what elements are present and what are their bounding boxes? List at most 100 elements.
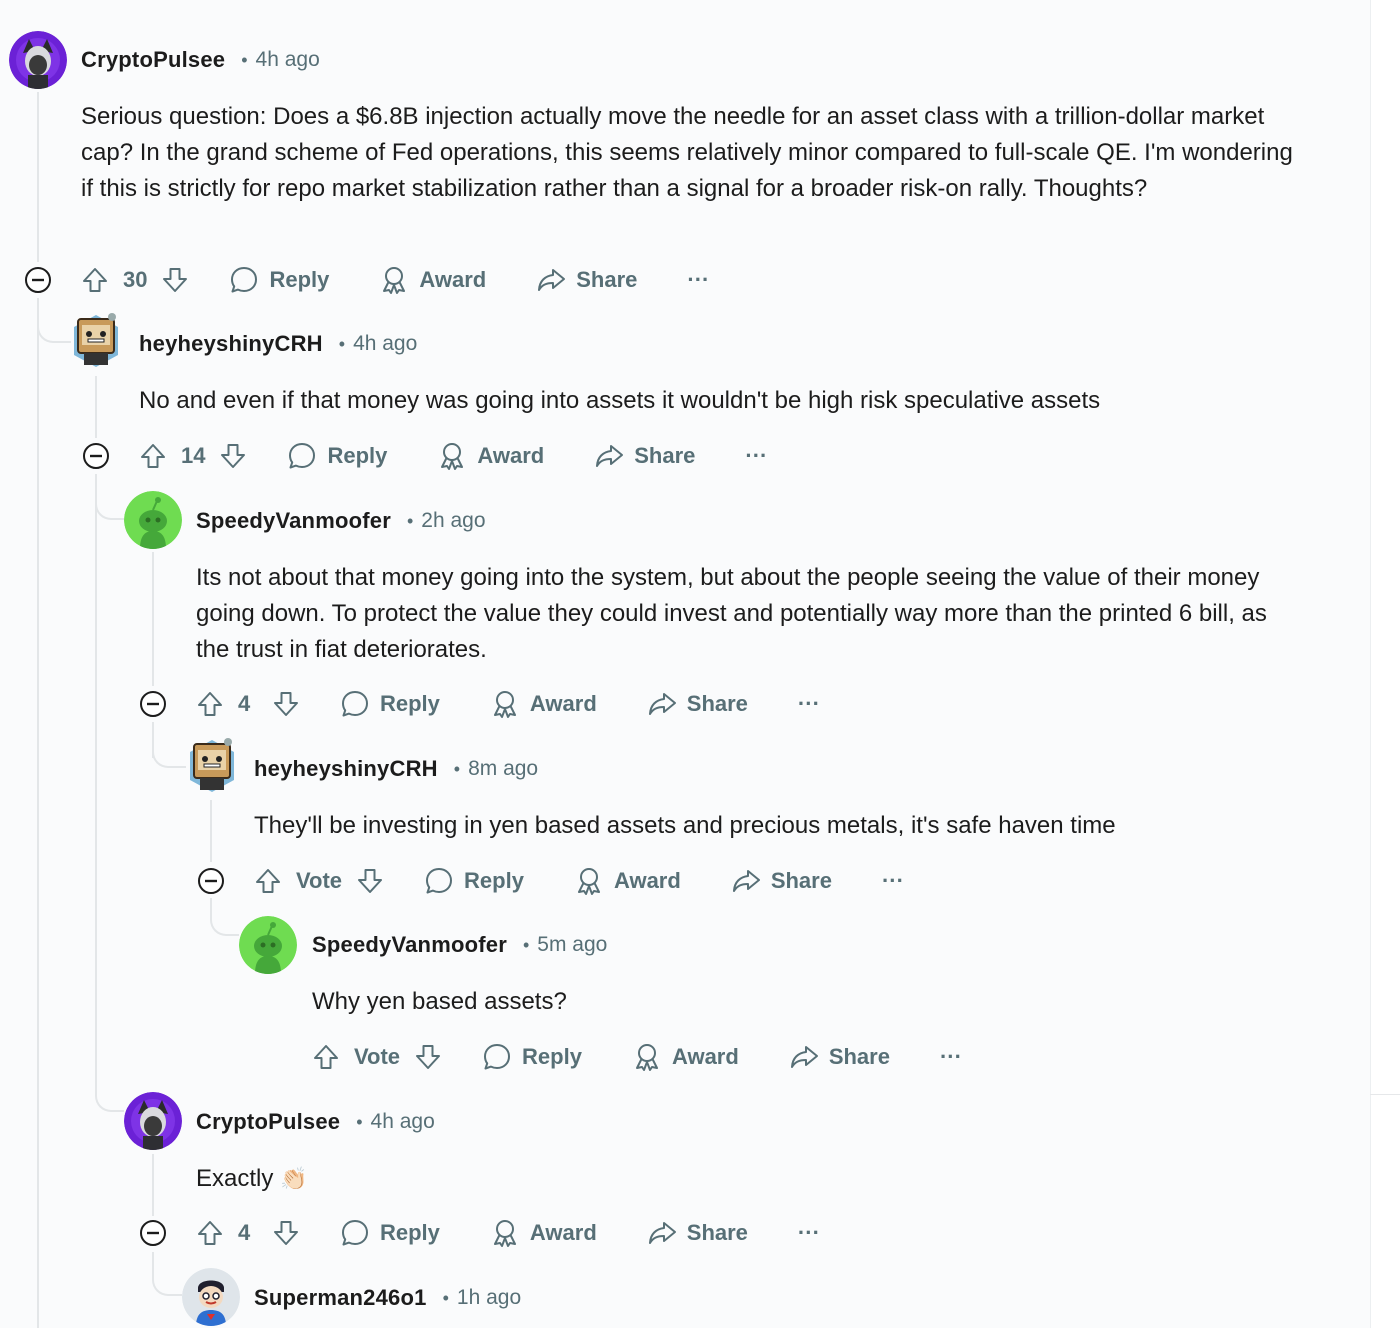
user-avatar-speedyvanmoofer[interactable] <box>124 491 182 549</box>
upvote-button[interactable] <box>196 690 224 718</box>
more-options-button[interactable]: ··· <box>687 267 709 293</box>
share-label: Share <box>634 443 696 468</box>
comment-action-bar: 4 Reply Award Share ··· <box>196 1213 820 1253</box>
reply-label: Reply <box>327 443 388 468</box>
comment-timestamp[interactable]: 8m ago <box>468 757 538 781</box>
comment-body: Its not about that money going into the … <box>196 564 1267 663</box>
award-label: Award <box>671 1044 739 1069</box>
username[interactable]: SpeedyVanmoofer <box>196 508 391 534</box>
reply-button[interactable]: Reply <box>287 441 387 471</box>
reply-button[interactable]: Reply <box>340 689 440 719</box>
thread-elbow <box>95 1060 124 1112</box>
thread-line-level-1[interactable] <box>95 376 97 438</box>
thread-line-level-2b[interactable] <box>152 1154 154 1216</box>
more-options-button[interactable]: ··· <box>745 443 767 469</box>
comment-timestamp[interactable]: 2h ago <box>421 509 485 533</box>
upvote-arrow-icon <box>141 444 165 468</box>
share-button[interactable]: Share <box>789 1042 890 1072</box>
downvote-arrow-icon <box>416 1045 441 1069</box>
user-avatar-heyheyshinycrh[interactable] <box>70 311 122 371</box>
share-button[interactable]: Share <box>647 1218 748 1248</box>
speech-bubble-icon <box>342 691 368 717</box>
award-label: Award <box>529 1220 597 1245</box>
award-label: Award <box>529 691 597 716</box>
reply-button[interactable]: Reply <box>340 1218 440 1248</box>
thread-line-level-1-lower[interactable] <box>95 474 97 1094</box>
username[interactable]: CryptoPulsee <box>196 1109 340 1135</box>
user-avatar-superman246o1[interactable] <box>182 1268 240 1326</box>
vote-score: 30 <box>123 267 148 292</box>
meta-separator: • <box>442 1287 449 1308</box>
upvote-button[interactable] <box>139 442 167 470</box>
collapse-thread-button[interactable] <box>82 442 110 475</box>
more-options-button[interactable]: ··· <box>798 1220 820 1246</box>
username[interactable]: SpeedyVanmoofer <box>312 932 507 958</box>
share-button[interactable]: Share <box>731 866 832 896</box>
comment-body: No and even if that money was going into… <box>139 387 1101 414</box>
thread-elbow <box>152 722 186 768</box>
username[interactable]: CryptoPulsee <box>81 47 225 73</box>
share-button[interactable]: Share <box>536 265 637 295</box>
upvote-button[interactable] <box>312 1043 340 1071</box>
reply-button[interactable]: Reply <box>424 866 524 896</box>
thread-line-level-0-lower[interactable] <box>37 298 39 1328</box>
comment-meta: heyheyshinyCRH • 8m ago <box>254 754 538 784</box>
user-avatar-heyheyshinycrh[interactable] <box>186 736 238 796</box>
downvote-arrow-icon <box>274 692 298 716</box>
award-button[interactable]: Award <box>437 441 544 471</box>
reply-label: Reply <box>380 1220 440 1245</box>
upvote-button[interactable] <box>196 1219 224 1247</box>
more-options-button[interactable]: ··· <box>940 1044 962 1070</box>
username[interactable]: heyheyshinyCRH <box>139 331 323 357</box>
user-avatar-speedyvanmoofer[interactable] <box>239 916 297 974</box>
downvote-button[interactable] <box>219 442 247 470</box>
thread-line-level-3[interactable] <box>210 800 212 862</box>
reply-button[interactable]: Reply <box>482 1042 582 1072</box>
reply-button[interactable]: Reply <box>229 265 329 295</box>
award-label: Award <box>419 267 487 292</box>
comment-action-bar: Vote Reply Award Share ··· <box>312 1037 962 1077</box>
collapse-thread-button[interactable] <box>139 1219 167 1252</box>
comment-meta: CryptoPulsee • 4h ago <box>81 45 320 75</box>
comment-action-bar: 30 Reply Award Share ··· <box>81 260 709 300</box>
award-label: Award <box>613 868 681 893</box>
share-label: Share <box>576 267 638 292</box>
reply-label: Reply <box>464 868 524 893</box>
comment-body: They'll be investing in yen based assets… <box>254 812 1116 839</box>
downvote-button[interactable] <box>161 266 189 294</box>
comment-timestamp[interactable]: 5m ago <box>537 933 607 957</box>
user-avatar-cryptopulsee[interactable] <box>124 1092 182 1150</box>
collapse-thread-button[interactable] <box>197 867 225 900</box>
share-arrow-icon <box>790 1046 818 1068</box>
comment-timestamp[interactable]: 4h ago <box>371 1110 435 1134</box>
more-options-button[interactable]: ··· <box>798 691 820 717</box>
user-avatar-cryptopulsee[interactable] <box>9 31 67 89</box>
share-button[interactable]: Share <box>594 441 695 471</box>
comment-timestamp[interactable]: 1h ago <box>457 1286 521 1310</box>
award-label: Award <box>477 443 545 468</box>
thread-line-level-2[interactable] <box>152 552 154 686</box>
award-button[interactable]: Award <box>574 866 681 896</box>
comment-timestamp[interactable]: 4h ago <box>256 48 320 72</box>
downvote-button[interactable] <box>414 1043 442 1071</box>
downvote-button[interactable] <box>272 690 300 718</box>
share-arrow-icon <box>538 269 566 291</box>
award-button[interactable]: Award <box>379 265 486 295</box>
username[interactable]: Superman246o1 <box>254 1285 427 1311</box>
downvote-button[interactable] <box>356 867 384 895</box>
share-arrow-icon <box>732 870 760 892</box>
downvote-button[interactable] <box>272 1219 300 1247</box>
username[interactable]: heyheyshinyCRH <box>254 756 438 782</box>
award-button[interactable]: Award <box>632 1042 739 1072</box>
thread-line-level-0[interactable] <box>37 92 39 262</box>
award-button[interactable]: Award <box>490 689 597 719</box>
share-button[interactable]: Share <box>647 689 748 719</box>
collapse-thread-button[interactable] <box>139 690 167 723</box>
collapse-thread-button[interactable] <box>24 266 52 299</box>
comment-timestamp[interactable]: 4h ago <box>353 332 417 356</box>
more-options-button[interactable]: ··· <box>882 868 904 894</box>
upvote-button[interactable] <box>254 867 282 895</box>
upvote-button[interactable] <box>81 266 109 294</box>
award-button[interactable]: Award <box>490 1218 597 1248</box>
comment-meta: Superman246o1 • 1h ago <box>254 1283 521 1313</box>
